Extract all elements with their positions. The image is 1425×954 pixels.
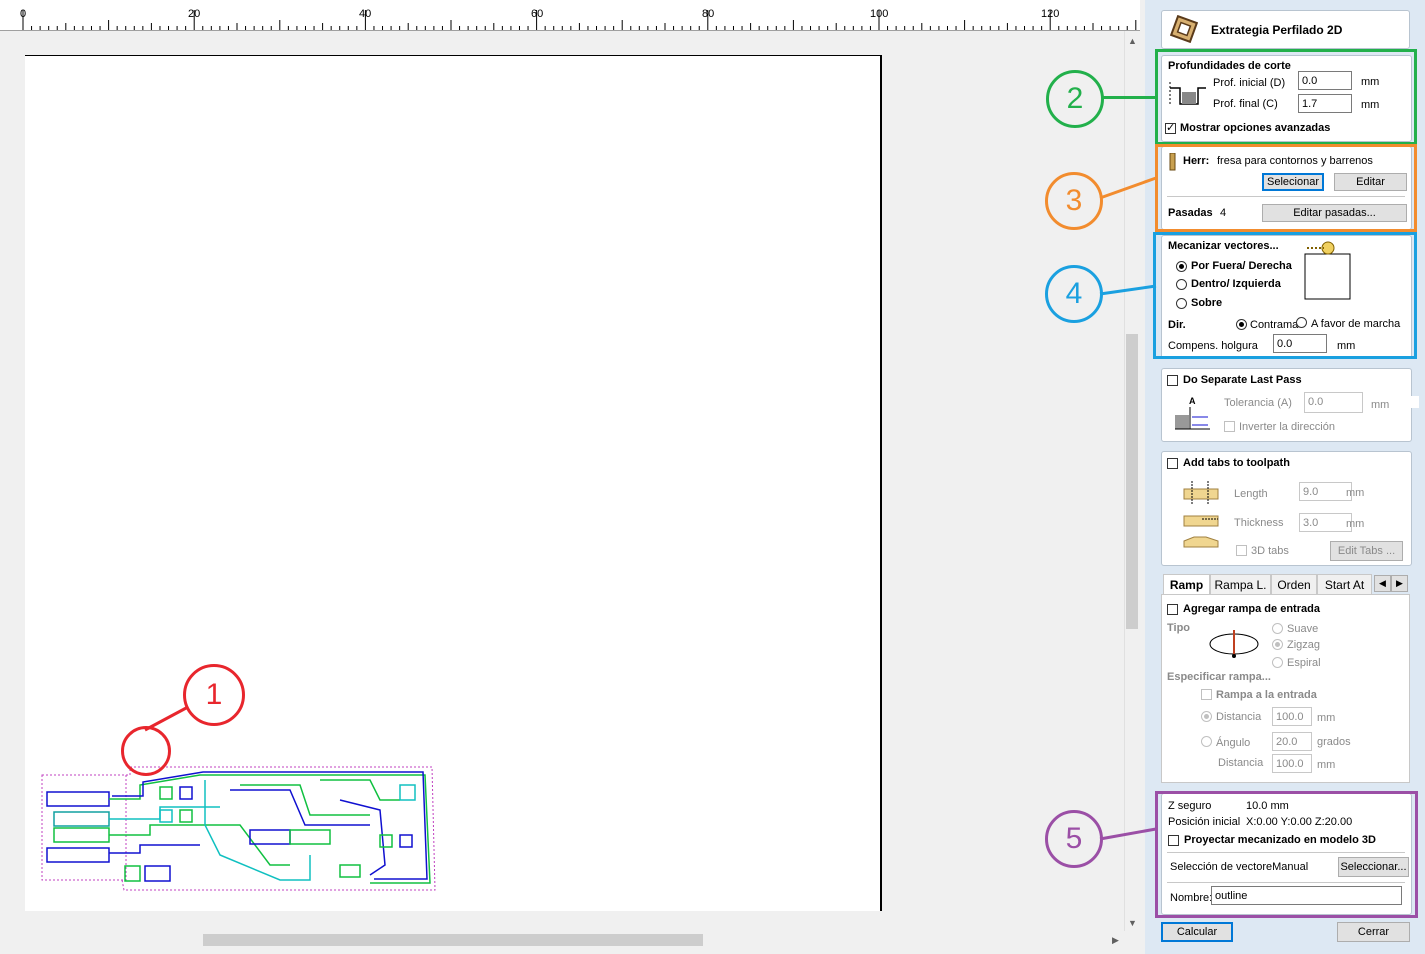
edit-tabs-button[interactable]: Edit Tabs ... [1330,541,1403,561]
smooth-radio[interactable] [1272,623,1283,634]
ramp-box: Agregar rampa de entrada Tipo Suave Zigz… [1161,594,1410,783]
profile-toolpath-icon [1170,15,1198,43]
specify-ramp-label: Especificar rampa... [1167,671,1271,683]
ramp-diagram-icon [1209,630,1259,658]
ramp-distance2-input[interactable]: 100.0 [1272,754,1312,773]
add-tabs-checkbox[interactable] [1167,458,1178,469]
tab-lead[interactable]: Rampa L. [1210,574,1271,594]
last-pass-diagram-icon: A [1175,396,1210,430]
tab-scroll-right-icon[interactable]: ▶ [1391,575,1408,592]
distance-label: Distancia [1216,711,1262,723]
ruler-label: 40 [359,8,372,20]
spiral-radio[interactable] [1272,657,1283,668]
add-ramp-label: Agregar rampa de entrada [1183,603,1320,615]
angle-radio[interactable] [1201,736,1212,747]
reverse-direction-checkbox[interactable] [1224,421,1235,432]
reverse-direction-label: Inverter la dirección [1239,421,1335,433]
degrees-unit: grados [1317,736,1351,748]
ruler-ticks [22,10,1137,30]
ruler-label: 80 [702,8,715,20]
ramp-type-label: Tipo [1167,622,1191,634]
calculate-button[interactable]: Calcular [1161,922,1233,942]
scroll-up-icon[interactable]: ▲ [1128,36,1137,46]
annotation-5: 5 [1045,810,1103,868]
highlight-machining [1153,232,1417,359]
tab-start-at[interactable]: Start At [1317,574,1372,594]
tab-order[interactable]: Orden [1271,574,1317,594]
vertical-scroll-thumb[interactable] [1126,334,1138,629]
tab-thickness-input[interactable]: 3.0 [1299,513,1352,532]
unit-mm: mm [1346,487,1365,499]
ramp-in-label: Rampa a la entrada [1216,689,1317,701]
zigzag-radio[interactable] [1272,639,1283,650]
distance-radio[interactable] [1201,711,1212,722]
unit-mm: mm [1317,759,1336,771]
last-pass-box: Do Separate Last Pass A Tolerancia (A) 0… [1161,368,1412,442]
scroll-right-icon[interactable]: ▶ [1112,935,1119,946]
annotation-connector [1101,96,1156,99]
tab-thickness-label: Thickness [1234,517,1284,529]
tab-length-label: Length [1234,488,1268,500]
panel-title: Extrategia Perfilado 2D [1211,23,1343,37]
annotation-4: 4 [1045,265,1103,323]
ramp-distance-input[interactable]: 100.0 [1272,707,1312,726]
separate-last-pass-checkbox[interactable] [1167,375,1178,386]
annotation-3: 3 [1045,172,1103,230]
horizontal-ruler: 0 20 40 60 80 100 120 [0,0,1140,31]
unit-mm: mm [1371,399,1390,411]
3d-tabs-checkbox[interactable] [1236,545,1247,556]
scroll-down-icon[interactable]: ▼ [1128,918,1137,928]
title-box: Extrategia Perfilado 2D [1161,10,1410,49]
tab-diagrams-icon [1183,481,1219,548]
annotation-connector [144,705,189,732]
tolerance-input[interactable]: 0.0 [1304,392,1363,413]
add-tabs-box: Add tabs to toolpath Length 9.0 mm Thick… [1161,451,1412,566]
highlight-depths [1155,49,1417,145]
last-pass-icon-letter: A [1189,396,1196,406]
panel-edge [1411,396,1419,408]
ruler-label: 120 [1041,8,1060,20]
unit-mm: mm [1346,518,1365,530]
ruler-label: 0 [20,8,27,20]
annotation-connector [1099,176,1157,200]
horizontal-scroll-thumb[interactable] [203,934,703,946]
unit-mm: mm [1317,712,1336,724]
tolerance-label: Tolerancia (A) [1224,397,1292,409]
spiral-label: Espiral [1287,657,1321,669]
add-ramp-checkbox[interactable] [1167,604,1178,615]
highlight-tool [1155,144,1417,232]
annotation-connector [1099,284,1157,296]
distance2-label: Distancia [1218,757,1264,769]
ramp-in-checkbox[interactable] [1201,689,1212,700]
annotation-2: 2 [1046,70,1104,128]
zigzag-label: Zigzag [1287,639,1321,651]
tab-length-input[interactable]: 9.0 [1299,482,1352,501]
smooth-label: Suave [1287,623,1319,635]
ruler-label: 20 [188,8,201,20]
tab-scroll-left-icon[interactable]: ◀ [1374,575,1391,592]
angle-label: Ángulo [1216,737,1251,749]
tab-ramp[interactable]: Ramp [1163,574,1210,594]
pcb-vectors[interactable] [40,765,440,895]
highlight-general [1155,791,1418,918]
close-button[interactable]: Cerrar [1337,922,1410,942]
ramp-angle-input[interactable]: 20.0 [1272,732,1312,751]
annotation-connector [1099,827,1157,841]
ruler-label: 100 [870,8,889,20]
ruler-label: 60 [531,8,544,20]
add-tabs-label: Add tabs to toolpath [1183,457,1290,469]
3d-tabs-label: 3D tabs [1251,545,1289,557]
separate-last-pass-label: Do Separate Last Pass [1183,374,1302,386]
